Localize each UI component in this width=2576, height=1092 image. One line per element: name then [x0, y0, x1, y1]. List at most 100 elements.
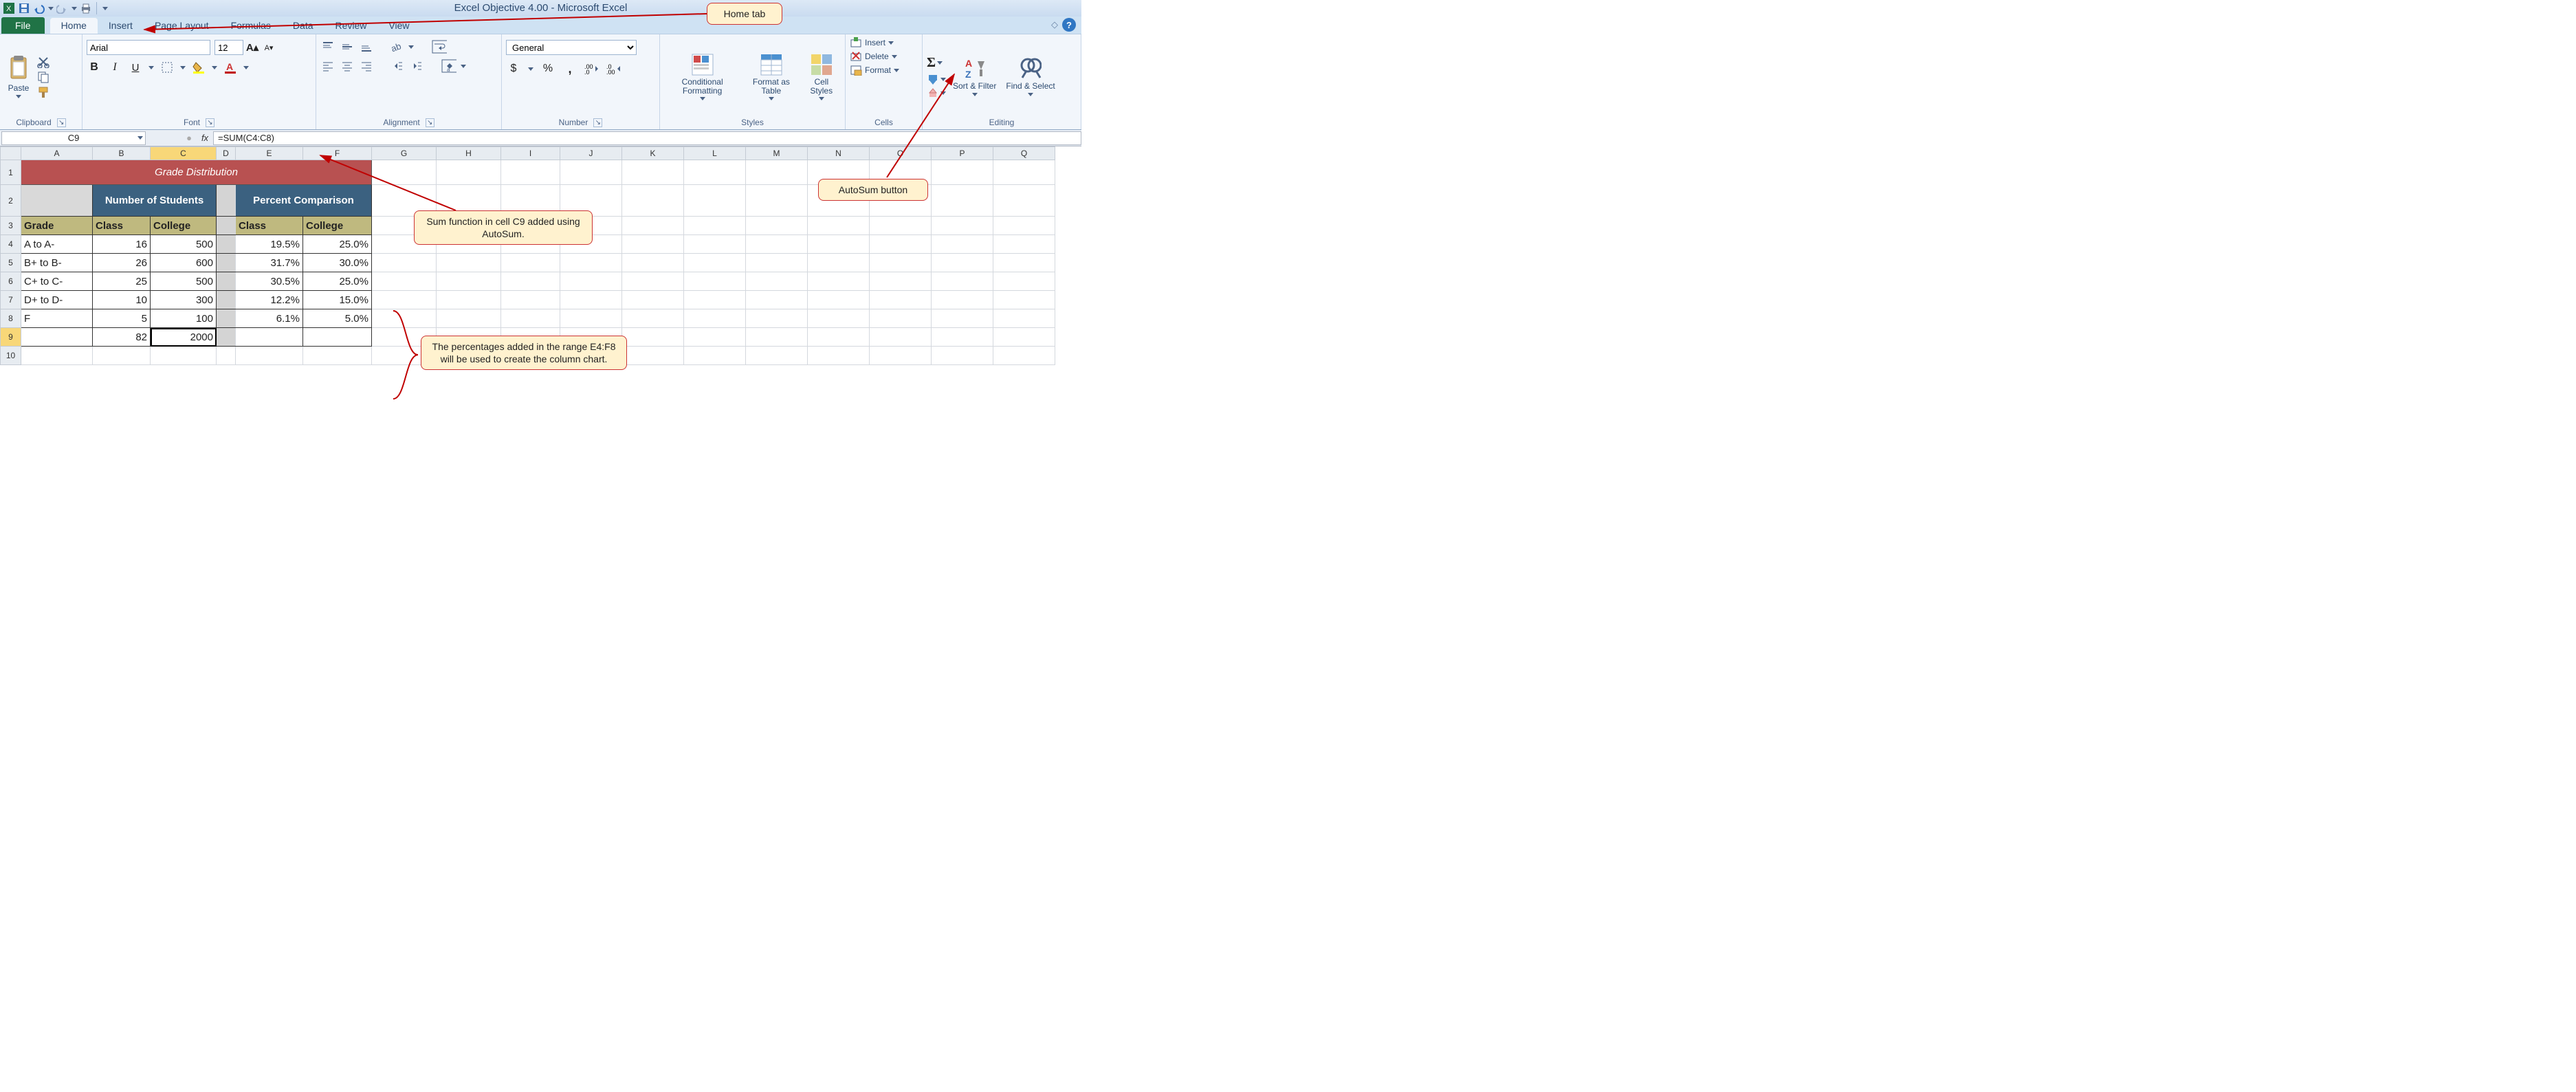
number-launcher[interactable]: ↘: [593, 118, 602, 127]
clear-button[interactable]: [927, 87, 946, 98]
decrease-decimal-icon[interactable]: .0.00: [606, 62, 621, 76]
name-box[interactable]: C9: [1, 131, 146, 145]
align-bottom-icon[interactable]: [359, 40, 374, 54]
cut-icon[interactable]: [36, 55, 51, 69]
alignment-launcher[interactable]: ↘: [426, 118, 434, 127]
redo-more-icon[interactable]: [71, 7, 77, 10]
col-header-B[interactable]: B: [93, 147, 151, 160]
undo-icon[interactable]: [33, 2, 45, 14]
merge-more[interactable]: [461, 65, 466, 68]
save-icon[interactable]: [18, 2, 30, 14]
view-tab[interactable]: View: [377, 18, 420, 34]
row-header-5[interactable]: 5: [1, 254, 21, 272]
col-header-Q[interactable]: Q: [993, 147, 1055, 160]
increase-indent-icon[interactable]: [408, 59, 423, 73]
bold-button[interactable]: B: [87, 61, 102, 74]
row-header-10[interactable]: 10: [1, 347, 21, 365]
align-left-icon[interactable]: [320, 59, 335, 73]
row-header-3[interactable]: 3: [1, 217, 21, 235]
data-tab[interactable]: Data: [282, 18, 324, 34]
print-icon[interactable]: [80, 2, 92, 14]
qat-customize-icon[interactable]: [102, 7, 108, 10]
align-right-icon[interactable]: [359, 59, 374, 73]
insert-cells-button[interactable]: Insert: [850, 37, 894, 48]
fill-color-icon[interactable]: [191, 61, 206, 74]
percent-icon[interactable]: %: [540, 62, 555, 76]
review-tab[interactable]: Review: [324, 18, 378, 34]
col-header-F[interactable]: F: [303, 147, 372, 160]
cell-C9[interactable]: 2000: [151, 328, 217, 347]
shrink-font-icon[interactable]: A▾: [261, 41, 276, 54]
page-layout-tab[interactable]: Page Layout: [144, 18, 220, 34]
copy-icon[interactable]: [36, 70, 51, 84]
font-color-more[interactable]: [243, 66, 249, 69]
format-painter-icon[interactable]: [36, 85, 51, 99]
formulas-tab[interactable]: Formulas: [220, 18, 282, 34]
formula-input[interactable]: =SUM(C4:C8): [213, 131, 1081, 145]
col-header-G[interactable]: G: [372, 147, 437, 160]
minimize-ribbon-icon[interactable]: ◇: [1051, 19, 1058, 30]
paste-button[interactable]: Paste: [4, 55, 33, 98]
align-center-icon[interactable]: [340, 59, 355, 73]
orientation-more[interactable]: [408, 45, 414, 49]
align-middle-icon[interactable]: [340, 40, 355, 54]
col-header-J[interactable]: J: [560, 147, 622, 160]
redo-icon[interactable]: [56, 2, 69, 14]
home-tab[interactable]: Home: [50, 18, 98, 34]
grow-font-icon[interactable]: A▴: [245, 41, 260, 54]
help-icon[interactable]: ?: [1062, 18, 1076, 32]
find-select-button[interactable]: Find & Select: [1003, 57, 1057, 96]
merge-icon[interactable]: a: [441, 59, 456, 73]
col-header-I[interactable]: I: [501, 147, 560, 160]
underline-button[interactable]: U: [128, 61, 143, 74]
fill-button[interactable]: [927, 74, 946, 85]
font-launcher[interactable]: ↘: [206, 118, 214, 127]
autosum-button[interactable]: Σ: [927, 55, 946, 71]
row-header-2[interactable]: 2: [1, 185, 21, 217]
currency-more[interactable]: [528, 67, 533, 71]
col-header-E[interactable]: E: [236, 147, 303, 160]
undo-more-icon[interactable]: [48, 7, 54, 10]
underline-more[interactable]: [148, 66, 154, 69]
font-color-icon[interactable]: A: [223, 61, 238, 74]
font-size-select[interactable]: [214, 40, 243, 55]
col-header-D[interactable]: D: [217, 147, 236, 160]
italic-button[interactable]: I: [107, 61, 122, 74]
row-header-4[interactable]: 4: [1, 235, 21, 254]
fill-more[interactable]: [212, 66, 217, 69]
row-header-8[interactable]: 8: [1, 309, 21, 328]
currency-icon[interactable]: $: [506, 62, 521, 76]
borders-more[interactable]: [180, 66, 186, 69]
col-header-L[interactable]: L: [684, 147, 746, 160]
number-format-select[interactable]: General: [506, 40, 637, 55]
format-cells-button[interactable]: Format: [850, 65, 899, 76]
row-header-6[interactable]: 6: [1, 272, 21, 291]
cell-styles-button[interactable]: Cell Styles: [802, 53, 841, 100]
increase-decimal-icon[interactable]: .00.0: [584, 62, 599, 76]
file-tab[interactable]: File: [1, 17, 45, 34]
row-header-7[interactable]: 7: [1, 291, 21, 309]
delete-cells-button[interactable]: Delete: [850, 51, 897, 62]
col-header-M[interactable]: M: [746, 147, 808, 160]
col-header-C[interactable]: C: [151, 147, 217, 160]
orientation-icon[interactable]: ab: [389, 40, 404, 54]
font-name-select[interactable]: [87, 40, 210, 55]
col-header-H[interactable]: H: [437, 147, 501, 160]
align-top-icon[interactable]: [320, 40, 335, 54]
insert-tab[interactable]: Insert: [98, 18, 144, 34]
col-header-A[interactable]: A: [21, 147, 93, 160]
wrap-text-icon[interactable]: [432, 40, 447, 54]
decrease-indent-icon[interactable]: [389, 59, 404, 73]
sort-filter-button[interactable]: AZ Sort & Filter: [950, 57, 999, 96]
format-table-button[interactable]: Format as Table: [743, 53, 799, 100]
col-header-N[interactable]: N: [808, 147, 870, 160]
cell-title[interactable]: Grade Distribution: [21, 160, 372, 185]
row-header-9[interactable]: 9: [1, 328, 21, 347]
conditional-formatting-button[interactable]: Conditional Formatting: [664, 53, 740, 100]
col-header-K[interactable]: K: [622, 147, 684, 160]
clipboard-launcher[interactable]: ↘: [57, 118, 66, 127]
borders-icon[interactable]: [159, 61, 175, 74]
row-header-1[interactable]: 1: [1, 160, 21, 185]
comma-icon[interactable]: ,: [562, 62, 577, 76]
col-header-O[interactable]: O: [870, 147, 932, 160]
